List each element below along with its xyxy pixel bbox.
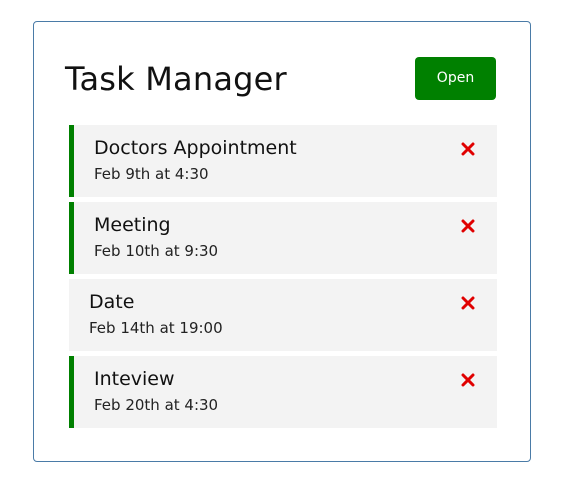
task-name: Doctors Appointment xyxy=(94,137,297,159)
task-text: Inteview Feb 20th at 4:30 xyxy=(94,366,447,417)
task-item[interactable]: Inteview Feb 20th at 4:30 xyxy=(69,356,497,428)
task-day: Feb 14th at 19:00 xyxy=(89,319,223,337)
close-icon[interactable] xyxy=(461,373,475,387)
task-name: Meeting xyxy=(94,214,171,236)
task-text: Doctors Appointment Feb 9th at 4:30 xyxy=(94,135,447,186)
task-item[interactable]: Meeting Feb 10th at 9:30 xyxy=(69,202,497,274)
page-title: Task Manager xyxy=(65,60,287,98)
task-list: Doctors Appointment Feb 9th at 4:30 Meet… xyxy=(69,125,497,433)
task-text: Date Feb 14th at 19:00 xyxy=(89,289,447,340)
close-icon[interactable] xyxy=(461,142,475,156)
task-day: Feb 10th at 9:30 xyxy=(94,242,219,260)
task-day: Feb 20th at 4:30 xyxy=(94,396,219,414)
task-text: Meeting Feb 10th at 9:30 xyxy=(94,212,447,263)
open-button[interactable]: Open xyxy=(415,57,496,100)
task-name: Inteview xyxy=(94,368,175,390)
task-name: Date xyxy=(89,291,135,313)
task-day: Feb 9th at 4:30 xyxy=(94,165,209,183)
task-item[interactable]: Date Feb 14th at 19:00 xyxy=(69,279,497,351)
task-item[interactable]: Doctors Appointment Feb 9th at 4:30 xyxy=(69,125,497,197)
task-manager-card: Task Manager Open Doctors Appointment Fe… xyxy=(33,21,531,462)
close-icon[interactable] xyxy=(461,296,475,310)
header: Task Manager Open xyxy=(65,57,496,101)
close-icon[interactable] xyxy=(461,219,475,233)
